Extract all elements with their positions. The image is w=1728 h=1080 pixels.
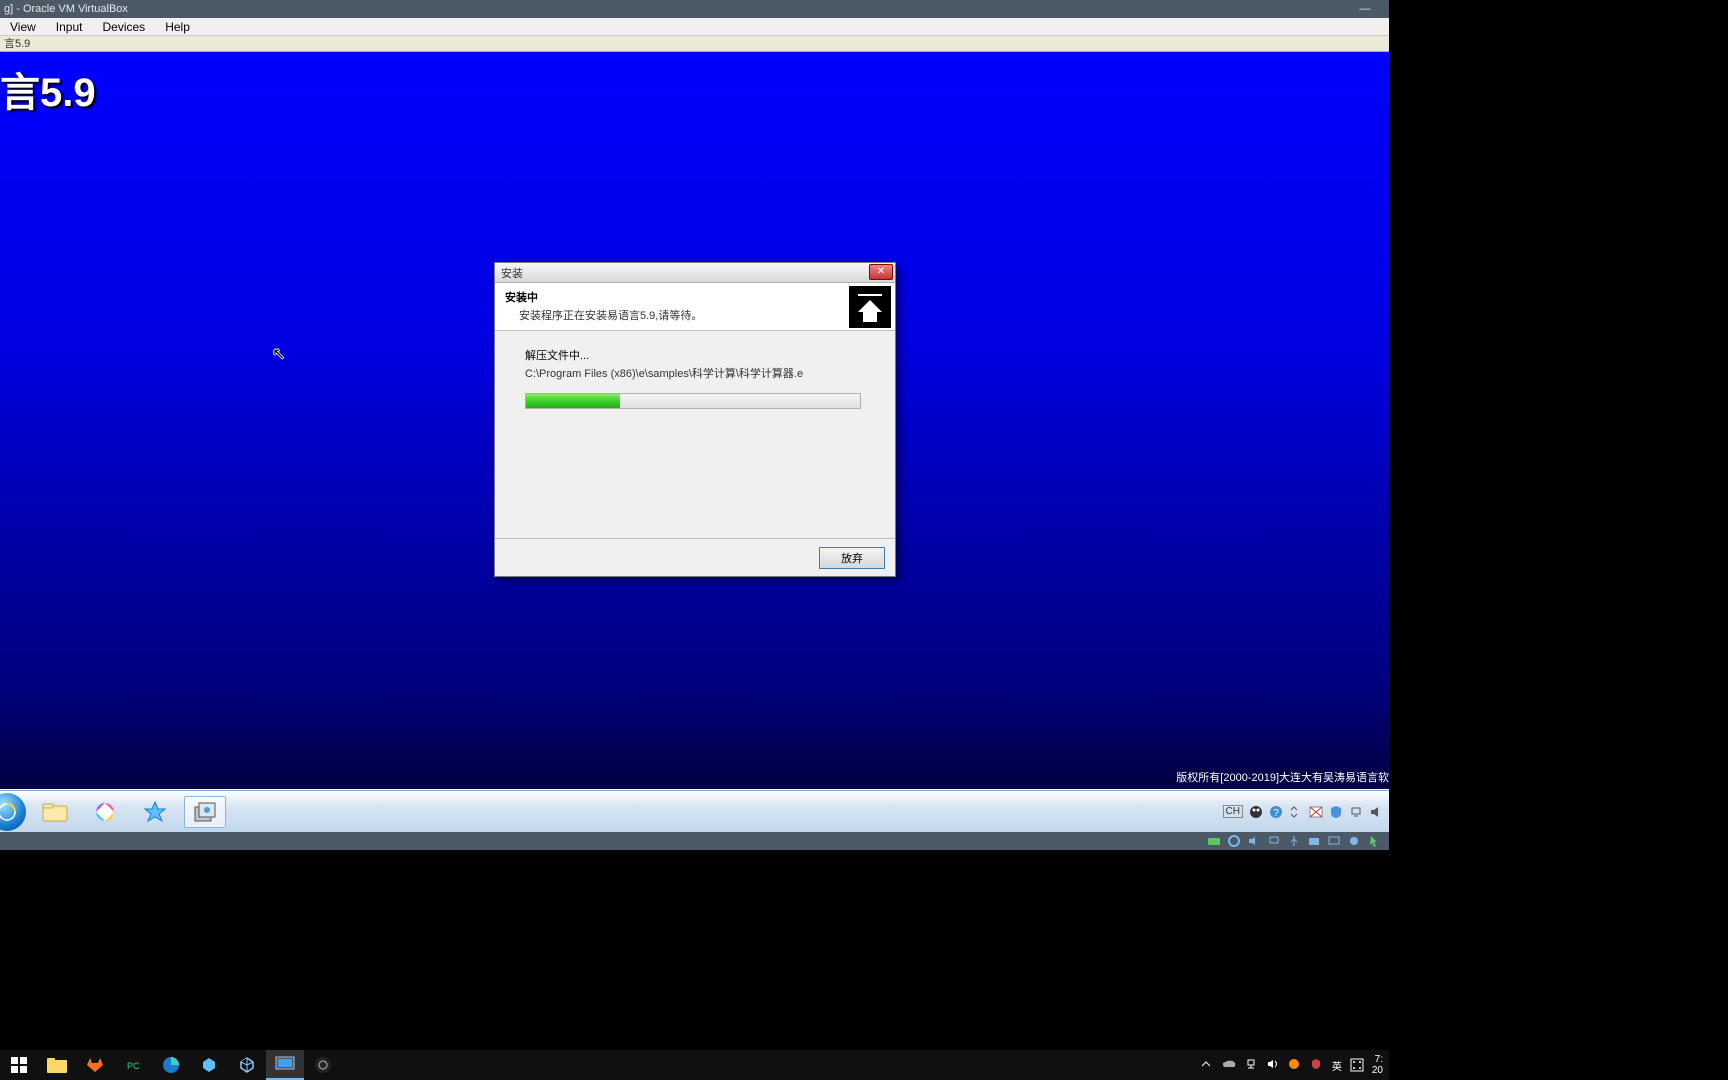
host-system-tray[interactable]: 英 7: 20: [1200, 1054, 1389, 1076]
guest-taskbar-explorer[interactable]: [34, 796, 76, 828]
installer-footer: 放弃: [495, 538, 895, 576]
installer-current-file: C:\Program Files (x86)\e\samples\科学计算\科学…: [525, 365, 865, 381]
cursor-icon: ↖: [272, 344, 285, 364]
host-clock[interactable]: 7: 20: [1372, 1054, 1383, 1076]
menu-view[interactable]: View: [0, 20, 46, 34]
installer-header-subtitle: 安装程序正在安装易语言5.9,请等待。: [505, 307, 885, 323]
host-tray-network-icon[interactable]: [1244, 1058, 1258, 1072]
vbox-cd-icon[interactable]: [1227, 834, 1241, 848]
installer-copyright: 版权所有[2000-2019]大连大有吴涛易语言软: [1176, 769, 1389, 785]
guest-taskbar[interactable]: CH ?: [0, 790, 1389, 832]
vbox-menubar: View Input Devices Help: [0, 18, 1389, 36]
vbox-mouse-integration-icon[interactable]: [1367, 834, 1381, 848]
host-tray-onedrive-icon[interactable]: [1222, 1058, 1236, 1072]
guest-tray-help-icon[interactable]: ?: [1269, 805, 1283, 819]
svg-text:?: ?: [1273, 808, 1279, 819]
installer-body: 解压文件中... C:\Program Files (x86)\e\sample…: [495, 331, 895, 425]
vbox-title: g] - Oracle VM VirtualBox: [4, 0, 128, 18]
svg-text:PC: PC: [127, 1061, 140, 1071]
host-ime-mode-icon[interactable]: [1350, 1058, 1364, 1072]
vbox-minimize-button[interactable]: —: [1345, 0, 1385, 18]
installer-header: 安装中 安装程序正在安装易语言5.9,请等待。: [495, 283, 895, 331]
guest-taskbar-app1[interactable]: [134, 796, 176, 828]
menu-help[interactable]: Help: [155, 20, 200, 34]
host-gitlab-icon[interactable]: [76, 1050, 114, 1080]
menu-input[interactable]: Input: [46, 20, 93, 34]
guest-tray-volume-icon[interactable]: [1369, 805, 1383, 819]
vbox-recording-icon[interactable]: [1347, 834, 1361, 848]
guest-taskbar-installer[interactable]: [184, 796, 226, 828]
vbox-hdd-icon[interactable]: [1207, 834, 1221, 848]
host-tray-security2-icon[interactable]: [1310, 1058, 1324, 1072]
right-crop-area: [1389, 0, 1728, 1080]
vbox-shared-folder-icon[interactable]: [1307, 834, 1321, 848]
installer-header-title: 安装中: [505, 289, 885, 305]
vbox-audio-icon[interactable]: [1247, 834, 1261, 848]
vbox-statusbar: [0, 832, 1389, 850]
guest-area: 言5.9 言5.9 版权所有[2000-2019]大连大有吴涛易语言软 安装 ✕…: [0, 36, 1389, 832]
host-tray-security-icon[interactable]: [1288, 1058, 1302, 1072]
vbox-network-icon[interactable]: [1267, 834, 1281, 848]
host-tray-volume-icon[interactable]: [1266, 1058, 1280, 1072]
vbox-usb-icon[interactable]: [1287, 834, 1301, 848]
guest-window-title: 言5.9: [0, 36, 1389, 52]
guest-desktop[interactable]: 言5.9 版权所有[2000-2019]大连大有吴涛易语言软 安装 ✕ 安装中 …: [0, 52, 1389, 789]
host-edge-icon[interactable]: [152, 1050, 190, 1080]
installer-title: 安装: [495, 265, 523, 281]
guest-ime-indicator[interactable]: CH: [1223, 805, 1243, 818]
guest-tray-qq-icon[interactable]: [1249, 805, 1263, 819]
host-date: 20: [1372, 1065, 1383, 1076]
installer-status-text: 解压文件中...: [525, 347, 865, 363]
host-virtualbox-icon[interactable]: [228, 1050, 266, 1080]
host-app-icon[interactable]: [190, 1050, 228, 1080]
host-taskbar[interactable]: PC 英 7: 20: [0, 1050, 1389, 1080]
vbox-titlebar[interactable]: g] - Oracle VM VirtualBox —: [0, 0, 1389, 18]
guest-tray-flag-icon[interactable]: [1309, 805, 1323, 819]
virtualbox-window: g] - Oracle VM VirtualBox — View Input D…: [0, 0, 1389, 833]
host-obs-icon[interactable]: [304, 1050, 342, 1080]
abort-button[interactable]: 放弃: [819, 547, 885, 569]
host-start-button[interactable]: [0, 1050, 38, 1080]
host-virtualbox-running-icon[interactable]: [266, 1050, 304, 1080]
guest-start-button[interactable]: [0, 793, 26, 831]
host-ime-indicator[interactable]: 英: [1332, 1058, 1342, 1073]
installer-close-button[interactable]: ✕: [869, 264, 893, 280]
guest-taskbar-browser[interactable]: [84, 796, 126, 828]
vbox-display-icon[interactable]: [1327, 834, 1341, 848]
installer-header-icon: [849, 286, 891, 328]
installer-dialog: 安装 ✕ 安装中 安装程序正在安装易语言5.9,请等待。 解压文件中... C:…: [494, 262, 896, 577]
guest-tray-shield-icon[interactable]: [1329, 805, 1343, 819]
installer-progress-bar: [525, 393, 861, 409]
installer-progress-fill: [526, 394, 620, 408]
guest-system-tray[interactable]: CH ?: [1223, 805, 1389, 819]
installer-banner-logo: 言5.9: [0, 60, 96, 118]
guest-tray-chevron-icon[interactable]: [1289, 805, 1303, 819]
host-tray-chevron-up-icon[interactable]: [1200, 1058, 1214, 1072]
menu-devices[interactable]: Devices: [93, 20, 156, 34]
host-pycharm-icon[interactable]: PC: [114, 1050, 152, 1080]
host-time: 7:: [1372, 1054, 1383, 1065]
installer-titlebar[interactable]: 安装 ✕: [495, 263, 895, 283]
guest-tray-network-icon[interactable]: [1349, 805, 1363, 819]
host-explorer-icon[interactable]: [38, 1050, 76, 1080]
